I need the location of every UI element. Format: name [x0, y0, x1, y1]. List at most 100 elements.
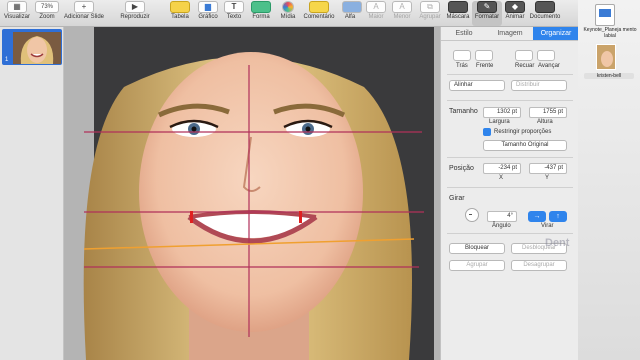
chart-button[interactable]: ▆ Gráfico — [196, 1, 220, 26]
format-button[interactable]: ✎ Formatar — [472, 1, 502, 26]
table-icon — [170, 1, 190, 13]
image-file-thumbnail[interactable] — [596, 44, 616, 70]
group-button[interactable]: ⧉ Agrupar — [418, 1, 442, 26]
play-icon: ▶ — [125, 1, 145, 13]
height-label: Altura — [537, 119, 553, 125]
group-objects-label: Agrupar — [466, 262, 488, 268]
x-field[interactable]: -234 pt — [483, 163, 521, 174]
alpha-icon — [342, 1, 362, 13]
ungroup-label: Desagrupar — [523, 262, 555, 268]
view-button[interactable]: ▦ Visualizar — [3, 1, 31, 26]
forward-label: Avançar — [538, 63, 560, 69]
lock-label: Bloquear — [464, 245, 490, 251]
size-label: Tamanho — [449, 108, 478, 115]
animate-button[interactable]: ◆ Animar — [504, 1, 526, 26]
watermark: Dent — [545, 237, 570, 249]
forward-button[interactable] — [537, 50, 555, 61]
mask-icon — [448, 1, 468, 13]
front-label: Maior — [368, 14, 384, 20]
backward-button[interactable] — [515, 50, 533, 61]
inspector-tabs: Estilo Imagem Organizar — [441, 27, 579, 41]
comment-label: Comentário — [303, 14, 335, 20]
document-icon — [535, 1, 555, 13]
text-label: Texto — [226, 14, 242, 20]
text-icon: T — [224, 1, 244, 13]
lock-button[interactable]: Bloquear — [449, 243, 505, 254]
back-layer-button[interactable] — [453, 50, 471, 61]
tab-arrange[interactable]: Organizar — [533, 27, 579, 40]
mask-label: Máscara — [446, 14, 470, 20]
front-button[interactable]: A Maior — [366, 1, 386, 26]
image-file-name: kristen-bell — [584, 73, 634, 79]
comment-button[interactable]: Comentário — [302, 1, 336, 26]
image-file-icon — [597, 45, 615, 69]
position-label: Posição — [449, 165, 474, 172]
slide-canvas[interactable] — [64, 27, 440, 360]
shape-icon — [251, 1, 271, 13]
text-button[interactable]: T Texto — [224, 1, 244, 26]
original-size-label: Tamanho Original — [501, 142, 549, 148]
mask-button[interactable]: Máscara — [446, 1, 470, 26]
divider — [447, 233, 573, 234]
slide-thumbnail-selected[interactable]: 1 — [2, 29, 62, 65]
front-layer-button[interactable] — [475, 50, 493, 61]
table-label: Tabela — [171, 14, 189, 20]
flip-horizontal-button[interactable]: → — [528, 211, 546, 222]
face-photo[interactable] — [64, 27, 440, 360]
format-inspector: Estilo Imagem Organizar Trás Frente Recu… — [440, 27, 579, 360]
ungroup-button[interactable]: Desagrupar — [511, 260, 567, 271]
alpha-label: Alfa — [344, 14, 356, 20]
group-objects-button[interactable]: Agrupar — [449, 260, 505, 271]
flip-horizontal-icon: → — [533, 213, 541, 220]
document-label: Documento — [529, 14, 561, 20]
add-slide-button[interactable]: + Adicionar Slide — [64, 1, 104, 26]
back-icon: A — [392, 1, 412, 13]
align-select[interactable]: Alinhar — [449, 80, 505, 91]
plus-icon: + — [74, 1, 94, 13]
divider — [447, 100, 573, 101]
tab-style[interactable]: Estilo — [441, 27, 487, 40]
rotate-label: Girar — [449, 195, 465, 202]
slide-thumbnail-image — [13, 32, 61, 64]
add-slide-label: Adicionar Slide — [64, 14, 105, 20]
keynote-doc-icon — [599, 9, 611, 17]
y-field[interactable]: -437 pt — [529, 163, 567, 174]
table-button[interactable]: Tabela — [170, 1, 190, 26]
thumbnail-face-icon — [13, 32, 61, 64]
media-label: Mídia — [280, 14, 296, 20]
media-icon — [282, 1, 294, 13]
rotate-dial[interactable] — [465, 208, 479, 222]
keynote-window: ▦ Visualizar 73% Zoom + Adicionar Slide … — [0, 0, 579, 360]
y-label: Y — [545, 175, 550, 181]
width-label: Largura — [489, 119, 510, 125]
alpha-button[interactable]: Alfa — [342, 1, 362, 26]
comment-icon — [309, 1, 329, 13]
height-field[interactable]: 1755 pt — [529, 107, 567, 118]
view-icon: ▦ — [7, 1, 27, 13]
back-button[interactable]: A Menor — [392, 1, 412, 26]
tab-image[interactable]: Imagem — [487, 27, 533, 40]
media-button[interactable]: Mídia — [278, 1, 298, 26]
view-label: Visualizar — [4, 14, 30, 20]
constrain-checkbox[interactable] — [483, 128, 491, 136]
flip-vertical-button[interactable]: ↑ — [549, 211, 567, 222]
group-icon: ⧉ — [420, 1, 440, 13]
keynote-file-icon[interactable] — [595, 4, 615, 26]
document-button[interactable]: Documento — [528, 1, 562, 26]
slide-navigator: 1 — [0, 27, 64, 360]
flip-label: Virar — [541, 223, 554, 229]
distribute-select[interactable]: Distribuir — [511, 80, 567, 91]
shape-label: Forma — [252, 14, 270, 20]
zoom-label: Zoom — [39, 14, 55, 20]
angle-label: Ângulo — [492, 223, 511, 229]
back-label: Menor — [393, 14, 411, 20]
original-size-button[interactable]: Tamanho Original — [483, 140, 567, 151]
shape-button[interactable]: Forma — [250, 1, 272, 26]
angle-field[interactable]: 4° — [487, 211, 517, 222]
animate-icon: ◆ — [505, 1, 525, 13]
play-button[interactable]: ▶ Reproduzir — [118, 1, 152, 26]
divider — [447, 157, 573, 158]
zoom-button[interactable]: 73% Zoom — [34, 1, 60, 26]
width-field[interactable]: 1302 pt — [483, 107, 521, 118]
divider — [447, 187, 573, 188]
